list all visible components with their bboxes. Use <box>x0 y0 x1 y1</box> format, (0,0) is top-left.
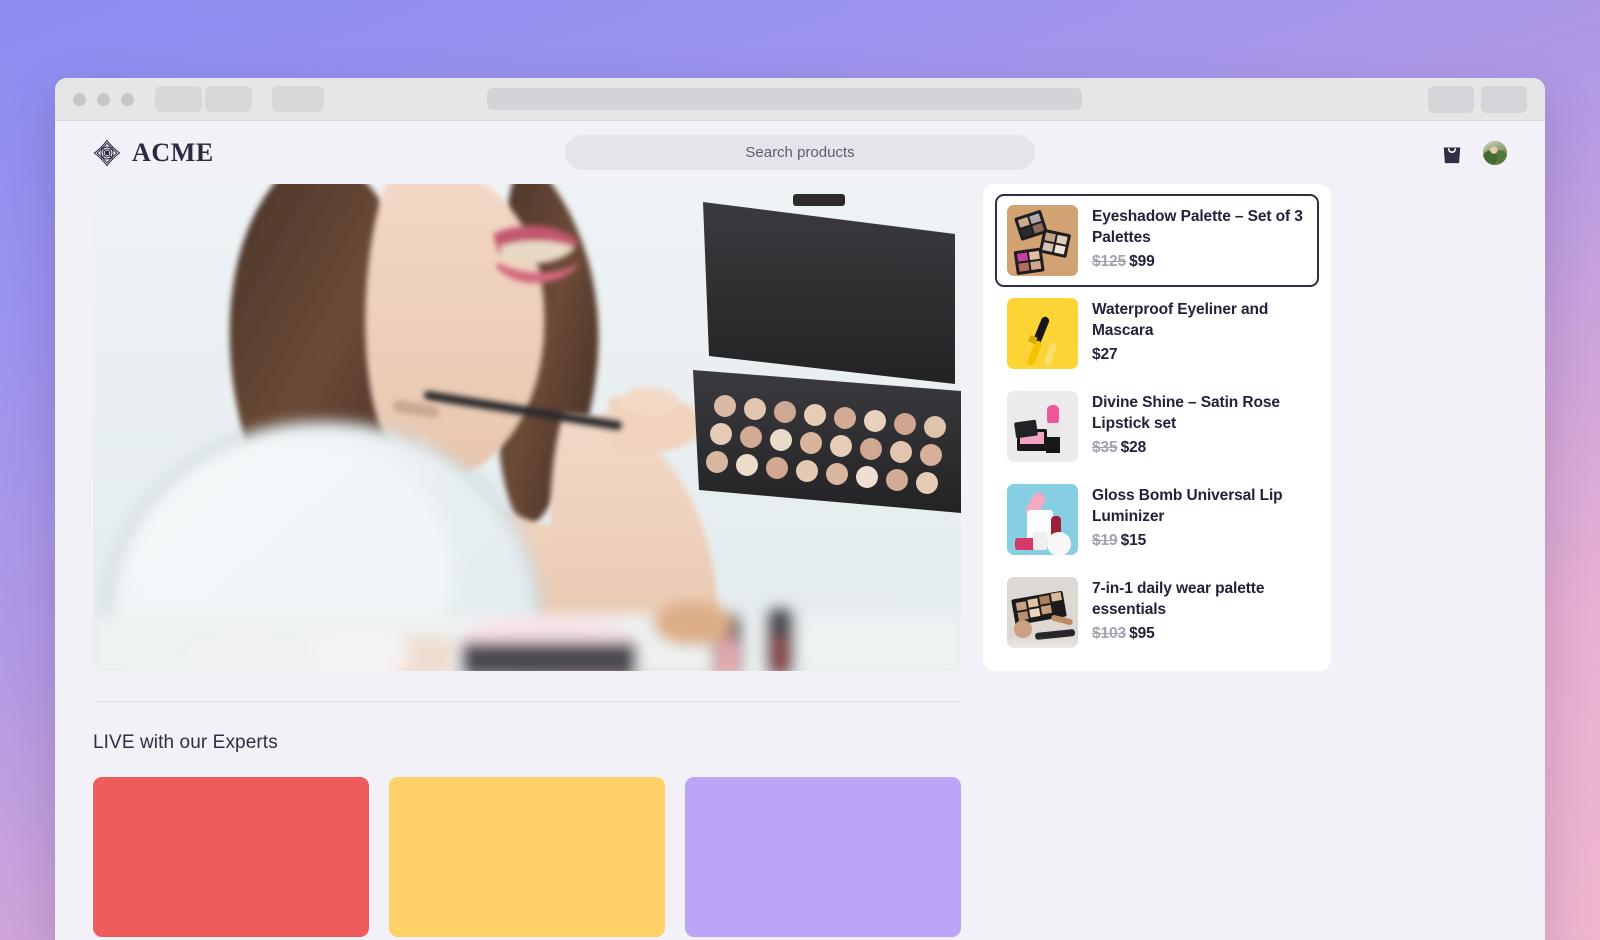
product-thumbnail <box>1007 205 1078 276</box>
product-thumbnail <box>1007 391 1078 462</box>
shopping-bag-icon[interactable] <box>1441 141 1463 165</box>
product-list-item[interactable]: Divine Shine – Satin Rose Lipstick set $… <box>995 380 1319 473</box>
browser-tab[interactable] <box>272 86 324 112</box>
live-section-title: LIVE with our Experts <box>93 732 278 753</box>
product-old-price: $103 <box>1092 625 1127 643</box>
product-thumbnail <box>1007 670 1078 671</box>
search-input[interactable] <box>565 135 1035 170</box>
browser-toolbar-actions <box>1428 85 1527 113</box>
product-list-panel[interactable]: Eyeshadow Palette – Set of 3 Palettes $1… <box>983 184 1331 671</box>
browser-tab-strip <box>155 86 324 112</box>
product-thumbnail <box>1007 577 1078 648</box>
product-title: Eyeshadow Palette – Set of 3 Palettes <box>1092 208 1303 246</box>
browser-window: ACME Search products LIVE with our Exper… <box>55 78 1545 940</box>
hero-video-image[interactable] <box>93 184 961 671</box>
product-old-price: $35 <box>1092 439 1118 457</box>
product-title: Gloss Bomb Universal Lip Luminizer <box>1092 487 1283 525</box>
app-viewport: ACME Search products LIVE with our Exper… <box>55 121 1545 940</box>
browser-action-button[interactable] <box>1481 85 1527 113</box>
product-price: $99 <box>1129 253 1155 271</box>
product-price: $28 <box>1120 439 1147 457</box>
browser-tab[interactable] <box>155 86 202 112</box>
product-old-price: $125 <box>1092 253 1127 271</box>
avatar[interactable] <box>1483 140 1507 165</box>
left-column: LIVE with our Experts <box>93 184 961 937</box>
product-list-item[interactable]: Eyeshadow Palette – Set of 3 Palettes $1… <box>995 194 1319 287</box>
product-list-item[interactable]: Gloss Bomb Universal Lip Luminizer $19 $1… <box>995 473 1319 566</box>
product-list-item[interactable]: 7-in-1 daily wear palette essentials $10… <box>995 566 1319 659</box>
product-price-row: $19 $15 <box>1092 532 1307 550</box>
product-title: Waterproof Eyeliner and Mascara <box>1092 301 1269 339</box>
product-price: $95 <box>1129 625 1155 643</box>
product-price-row: $27 <box>1092 346 1307 364</box>
live-card[interactable] <box>685 777 961 937</box>
live-card-list <box>93 777 961 937</box>
product-title: 7-in-1 daily wear palette essentials <box>1092 580 1265 618</box>
section-divider <box>93 701 961 702</box>
product-price-row: $103 $95 <box>1092 625 1307 643</box>
live-card[interactable] <box>93 777 369 937</box>
product-price: $15 <box>1120 532 1147 550</box>
window-traffic-lights <box>73 92 134 106</box>
ornate-star-logo-icon <box>93 139 121 167</box>
product-list-item[interactable]: Waterproof Eyeliner and Mascara $27 <box>995 287 1319 380</box>
browser-tab[interactable] <box>205 86 252 112</box>
product-thumbnail <box>1007 298 1078 369</box>
browser-action-button[interactable] <box>1428 85 1474 113</box>
address-bar[interactable] <box>487 88 1082 110</box>
minimize-window-button[interactable] <box>97 92 110 106</box>
live-card[interactable] <box>389 777 665 937</box>
product-thumbnail <box>1007 484 1078 555</box>
brand-logo[interactable]: ACME <box>93 138 214 168</box>
browser-chrome-bar <box>55 78 1545 121</box>
product-price-row: $125 $99 <box>1092 253 1307 271</box>
product-old-price: $19 <box>1092 532 1118 550</box>
close-window-button[interactable] <box>73 92 86 106</box>
product-list-item[interactable]: FRESH – Rose Deep <box>995 659 1319 671</box>
product-title: Divine Shine – Satin Rose Lipstick set <box>1092 394 1280 432</box>
header-actions <box>1441 140 1507 165</box>
product-price: $27 <box>1092 346 1118 364</box>
brand-name: ACME <box>132 137 214 167</box>
site-header: ACME <box>55 121 1545 184</box>
product-price-row: $35 $28 <box>1092 439 1307 457</box>
main-content: LIVE with our Experts Eyeshadow Palette … <box>55 184 1545 937</box>
maximize-window-button[interactable] <box>121 92 134 106</box>
